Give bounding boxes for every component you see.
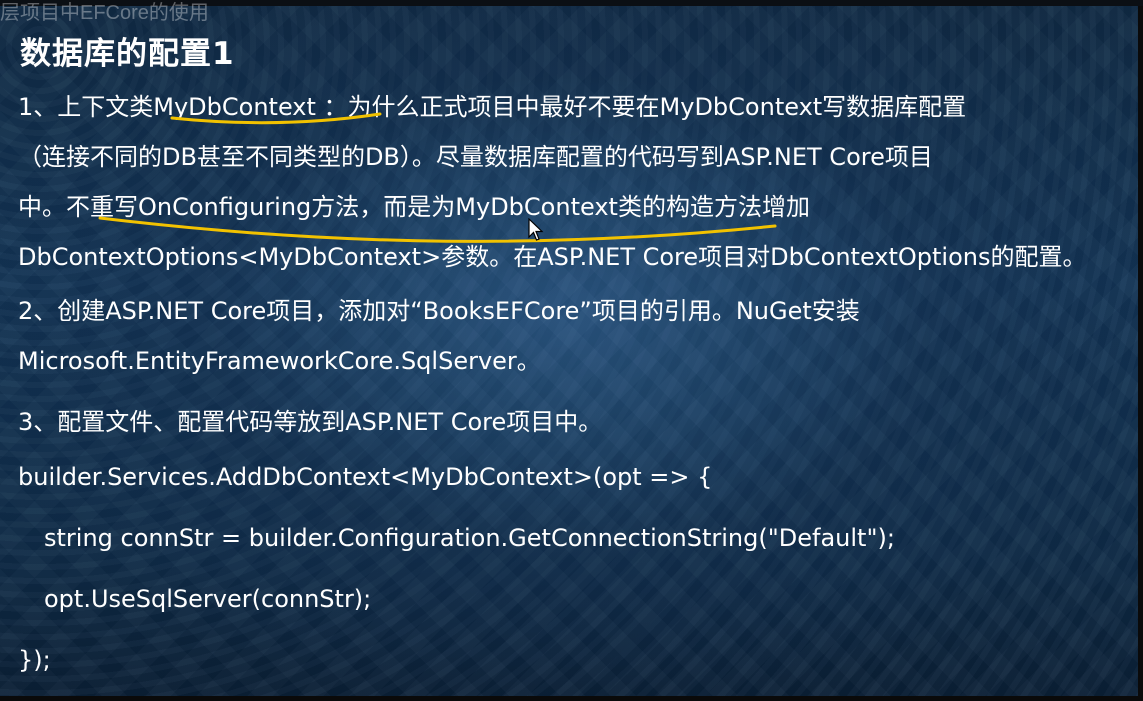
code-line-2: string connStr = builder.Configuration.G… <box>44 524 895 552</box>
paragraph-3: 3、配置文件、配置代码等放到ASP.NET Core项目中。 <box>18 397 602 447</box>
code-line-1: builder.Services.AddDbContext<MyDbContex… <box>18 463 713 491</box>
paragraph-2-line-1: 2、创建ASP.NET Core项目，添加对“BooksEFCore”项目的引用… <box>18 297 860 325</box>
paragraph-2: 2、创建ASP.NET Core项目，添加对“BooksEFCore”项目的引用… <box>18 286 860 386</box>
code-line-4: }); <box>18 646 51 674</box>
paragraph-1-line-4: DbContextOptions<MyDbContext>参数。在ASP.NET… <box>18 243 1087 271</box>
code-line-3: opt.UseSqlServer(connStr); <box>44 585 372 613</box>
slide-title: 数据库的配置1 <box>20 36 235 72</box>
paragraph-1: 1、上下文类MyDbContext ：为什么正式项目中最好不要在MyDbCont… <box>18 82 1087 282</box>
paragraph-1-line-1: 1、上下文类MyDbContext ：为什么正式项目中最好不要在MyDbCont… <box>18 93 967 121</box>
arrow-cursor-icon <box>528 218 544 241</box>
video-title-overlay: 层项目中EFCore的使用 <box>0 2 209 24</box>
paragraph-3-line-1: 3、配置文件、配置代码等放到ASP.NET Core项目中。 <box>18 408 603 436</box>
paragraph-1-line-3: 中。不重写OnConfiguring方法，而是为MyDbContext类的构造方… <box>18 193 810 221</box>
video-frame: 数据库的配置1 1、上下文类MyDbContext ：为什么正式项目中最好不要在… <box>0 0 1143 701</box>
presentation-slide: 数据库的配置1 1、上下文类MyDbContext ：为什么正式项目中最好不要在… <box>0 6 1143 701</box>
paragraph-1-line-2: （连接不同的DB甚至不同类型的DB）。尽量数据库配置的代码写到ASP.NET C… <box>18 143 933 171</box>
paragraph-2-line-2: Microsoft.EntityFrameworkCore.SqlServer。 <box>18 347 541 375</box>
